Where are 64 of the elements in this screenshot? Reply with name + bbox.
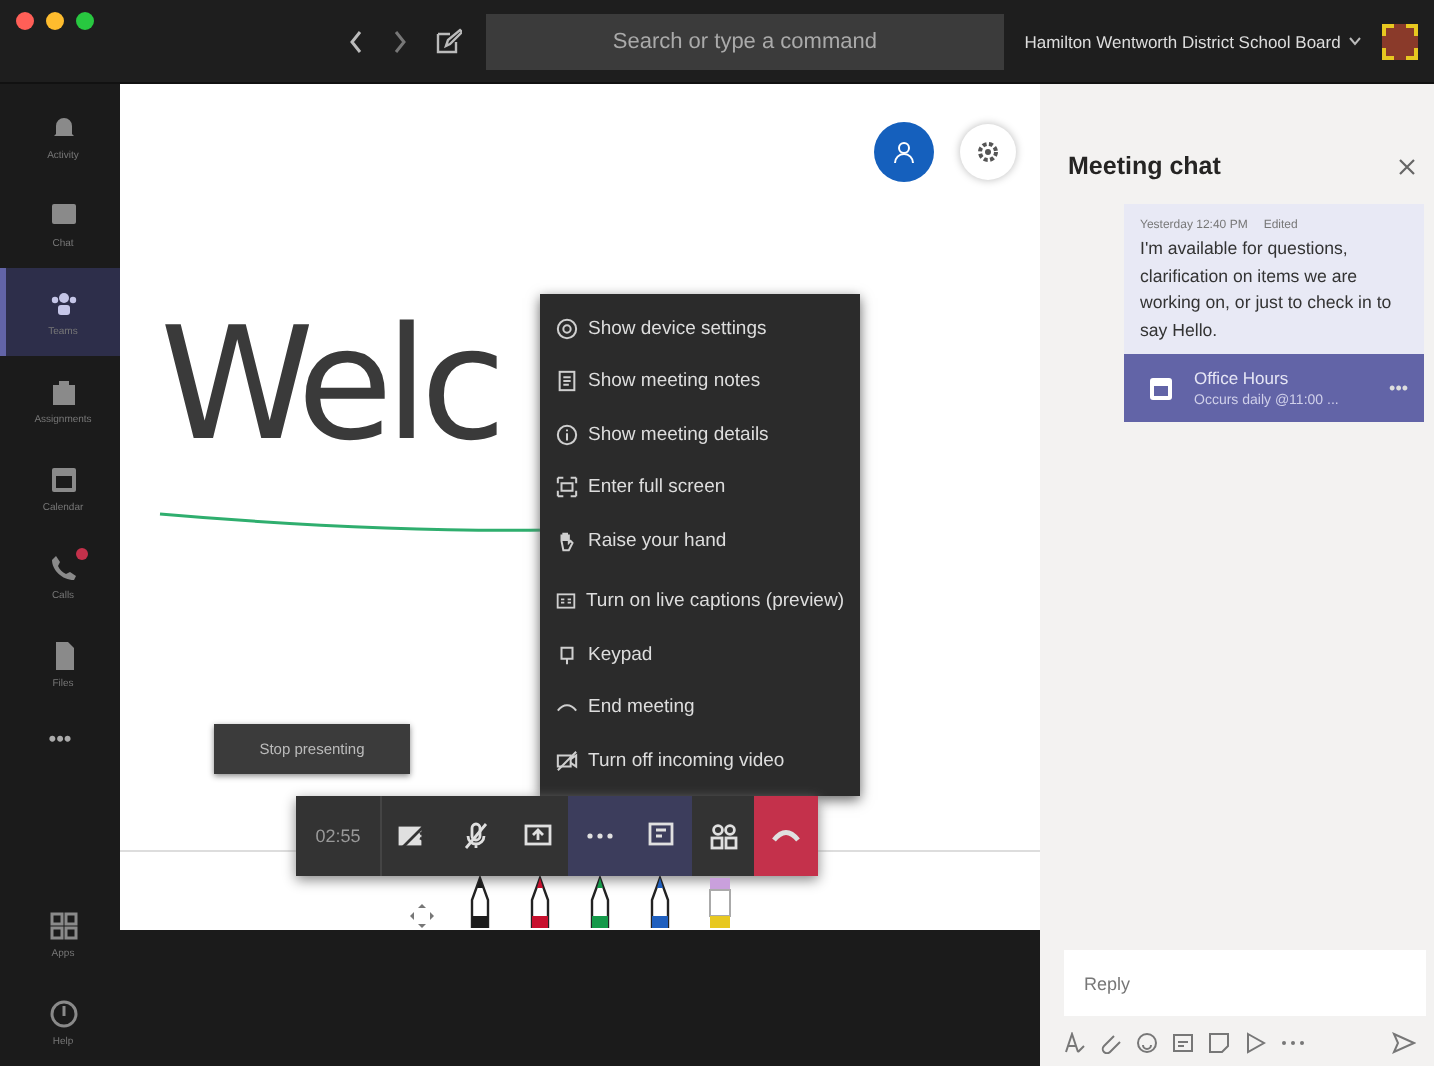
- video-off-icon: [556, 749, 578, 772]
- minimize-window-icon[interactable]: [46, 12, 64, 30]
- menu-item[interactable]: Enter full screen: [540, 461, 860, 514]
- more-apps-button[interactable]: •••: [0, 708, 120, 772]
- menu-item[interactable]: Turn off incoming video: [540, 734, 860, 787]
- compose-icon[interactable]: [436, 28, 463, 54]
- back-icon[interactable]: [348, 29, 365, 53]
- help-icon: [47, 997, 79, 1029]
- search-field[interactable]: Search or type a command: [485, 13, 1005, 69]
- pen-icon[interactable]: [466, 876, 494, 928]
- chevron-down-icon: [1348, 36, 1363, 46]
- pen-icon[interactable]: [526, 876, 554, 928]
- menu-item[interactable]: End meeting: [540, 681, 860, 734]
- share-icon: [521, 822, 553, 850]
- card-title: Office Hours: [1194, 368, 1291, 388]
- play-icon[interactable]: [1244, 1032, 1266, 1054]
- reply-field[interactable]: Reply: [1064, 950, 1426, 1016]
- chat-button[interactable]: [630, 796, 692, 876]
- phone-icon: [47, 551, 79, 583]
- panel-title: Meeting chat: [1068, 152, 1221, 180]
- menu-item[interactable]: Raise your hand: [540, 514, 860, 567]
- format-icon[interactable]: [1064, 1032, 1086, 1054]
- notes-icon: [556, 370, 578, 393]
- pen-icon[interactable]: [586, 876, 614, 928]
- call-timer: 02:55: [296, 796, 382, 876]
- full-screen-icon: [556, 476, 578, 499]
- settings-icon: [556, 317, 578, 340]
- attach-icon[interactable]: [1100, 1032, 1122, 1054]
- settings-icon: [976, 140, 1000, 164]
- menu-item[interactable]: Show device settings: [540, 302, 860, 355]
- calendar-icon: [47, 463, 79, 495]
- emoji-icon[interactable]: [1136, 1032, 1158, 1054]
- teams-icon: [47, 287, 79, 319]
- captions-icon: [556, 590, 576, 613]
- menu-item[interactable]: Turn on live captions (preview): [540, 575, 860, 628]
- menu-item[interactable]: Show meeting notes: [540, 355, 860, 408]
- person-icon: [892, 140, 916, 164]
- more-options-button[interactable]: •••: [1389, 378, 1408, 398]
- pen-icon[interactable]: [646, 876, 674, 928]
- hangup-button[interactable]: [754, 796, 818, 876]
- settings-button[interactable]: [960, 124, 1016, 180]
- bag-icon: [47, 375, 79, 407]
- forward-icon[interactable]: [392, 29, 409, 53]
- keypad-icon: [556, 643, 578, 666]
- message-text: I'm available for questions, clarification on items we are working on, or just to check in to say Hello.: [1138, 236, 1394, 344]
- calendar-icon: [1148, 375, 1174, 401]
- grid-icon: [47, 909, 79, 941]
- participant-avatar[interactable]: [874, 122, 934, 182]
- avatar[interactable]: [1382, 23, 1418, 59]
- hand-icon: [556, 529, 578, 552]
- chat-icon: [645, 822, 677, 850]
- maximize-window-icon[interactable]: [76, 12, 94, 30]
- info-icon: [556, 423, 578, 446]
- menu-item[interactable]: Show meeting details: [540, 408, 860, 461]
- close-window-icon[interactable]: [16, 12, 34, 30]
- move-icon[interactable]: [410, 904, 434, 928]
- sticker-icon[interactable]: [1208, 1032, 1230, 1054]
- organization-switcher[interactable]: Hamilton Wentworth District School Board: [1024, 31, 1363, 51]
- menu-item[interactable]: Keypad: [540, 628, 860, 681]
- close-icon[interactable]: [1398, 157, 1416, 175]
- send-icon[interactable]: [1392, 1032, 1416, 1054]
- mic-off-icon: [459, 822, 491, 850]
- people-icon: [707, 822, 739, 850]
- handwritten-text: Welc: [160, 308, 499, 464]
